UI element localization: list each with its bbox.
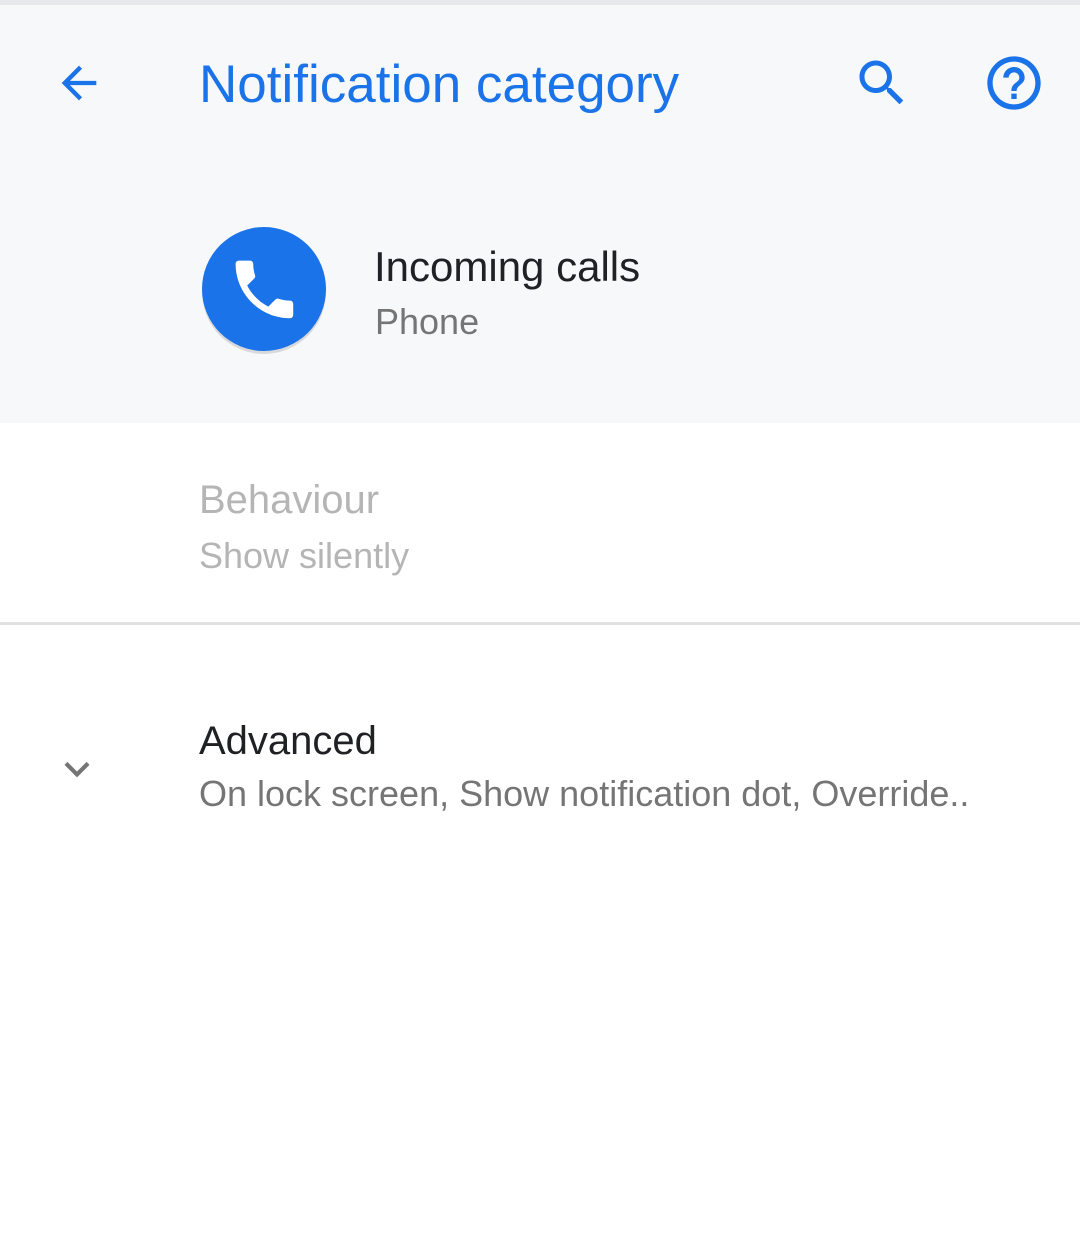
chevron-down-icon <box>64 761 90 778</box>
behaviour-preference[interactable]: Behaviour Show silently <box>0 423 1080 623</box>
advanced-title: Advanced <box>199 719 377 763</box>
page-title: Notification category <box>199 55 680 114</box>
advanced-preference[interactable]: Advanced On lock screen, Show notificati… <box>0 626 1080 876</box>
search-icon <box>859 60 904 105</box>
app-name: Phone <box>375 301 480 342</box>
help-circle-icon <box>987 56 1041 110</box>
arrow-back-icon <box>61 65 97 101</box>
app-header: Incoming calls Phone <box>0 200 1080 380</box>
category-title: Incoming calls <box>374 243 641 290</box>
behaviour-summary: Show silently <box>199 535 410 576</box>
divider <box>0 622 1080 625</box>
back-button[interactable] <box>38 37 120 129</box>
phone-app-icon <box>202 227 326 354</box>
advanced-summary: On lock screen, Show notification dot, O… <box>199 773 970 814</box>
toolbar: Notification category <box>0 5 1080 160</box>
search-button[interactable] <box>842 37 922 129</box>
behaviour-title: Behaviour <box>199 478 380 522</box>
help-button[interactable] <box>976 37 1052 129</box>
